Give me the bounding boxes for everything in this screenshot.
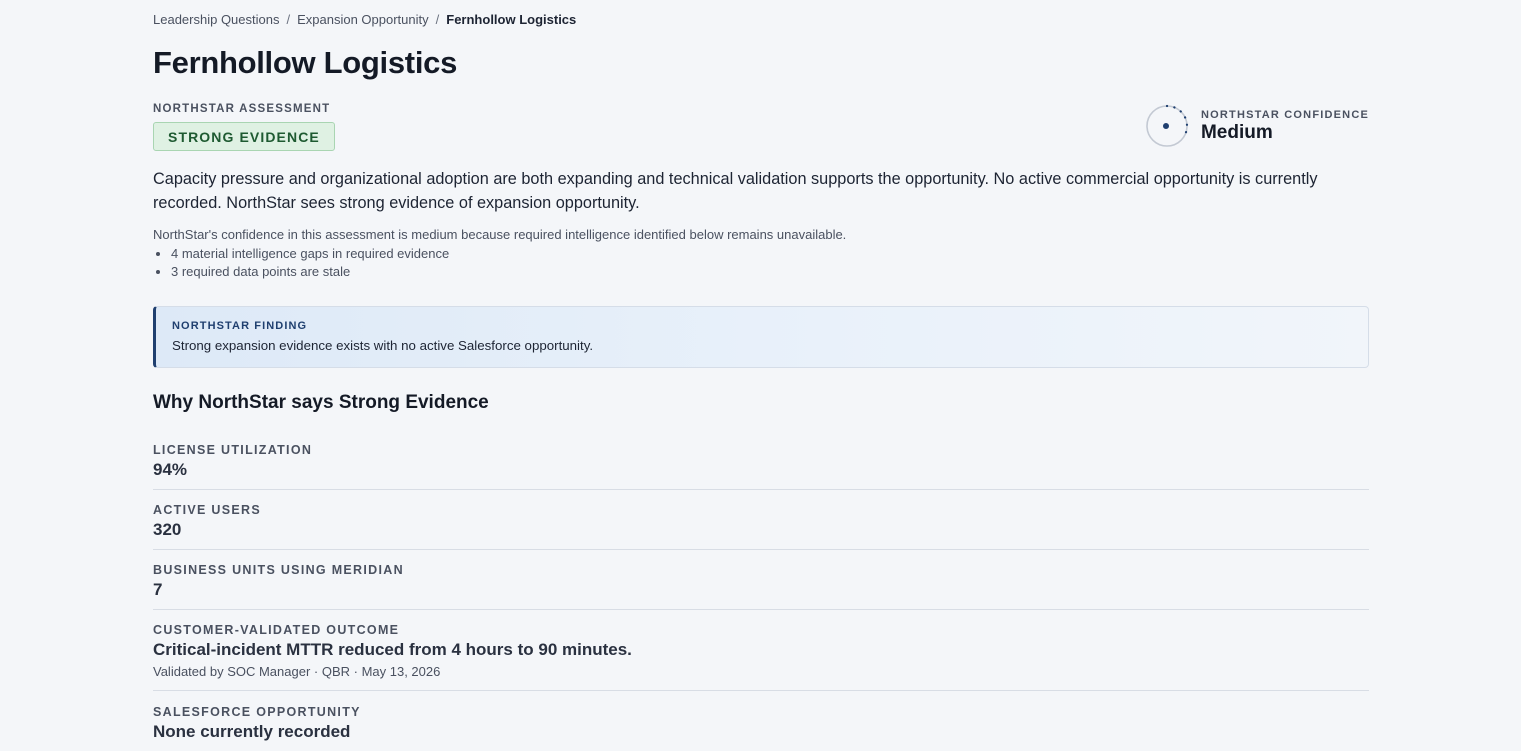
- metric-label: LICENSE UTILIZATION: [153, 443, 313, 457]
- assessment-badge: STRONG EVIDENCE: [153, 122, 335, 151]
- page-title: Fernhollow Logistics: [153, 45, 458, 80]
- metric-label: BUSINESS UNITS USING MERIDIAN: [153, 563, 404, 577]
- confidence-ring-icon: [1146, 104, 1189, 147]
- finding-text: Strong expansion evidence exists with no…: [172, 338, 594, 353]
- confidence-panel: NORTHSTAR CONFIDENCE Medium: [1145, 104, 1369, 148]
- list-item: 4 material intelligence gaps in required…: [171, 245, 449, 263]
- metric-salesforce-opportunity: SALESFORCE OPPORTUNITY None currently re…: [153, 691, 1369, 751]
- metric-customer-validated-outcome: CUSTOMER-VALIDATED OUTCOME Critical-inci…: [153, 610, 1369, 691]
- breadcrumb-separator: /: [435, 12, 440, 27]
- metric-value: 7: [153, 580, 163, 599]
- assessment-summary: Capacity pressure and organizational ado…: [153, 170, 1318, 212]
- metric-active-users: ACTIVE USERS 320: [153, 490, 1369, 550]
- assessment-label: NORTHSTAR ASSESSMENT: [153, 103, 331, 115]
- breadcrumb-separator: /: [286, 12, 291, 27]
- metric-label: SALESFORCE OPPORTUNITY: [153, 705, 361, 719]
- why-heading: Why NorthStar says Strong Evidence: [153, 392, 489, 413]
- metric-business-units: BUSINESS UNITS USING MERIDIAN 7: [153, 550, 1369, 610]
- finding-callout: NORTHSTAR FINDING Strong expansion evide…: [153, 306, 1369, 368]
- metric-label: CUSTOMER-VALIDATED OUTCOME: [153, 623, 400, 637]
- metric-value: 94%: [153, 460, 188, 479]
- metric-value: Critical-incident MTTR reduced from 4 ho…: [153, 640, 632, 659]
- list-item: 3 required data points are stale: [171, 263, 449, 281]
- metric-validation-source: Validated by SOC Manager · QBR · May 13,…: [153, 664, 441, 679]
- metric-value: None currently recorded: [153, 722, 351, 741]
- gap-list: 4 material intelligence gaps in required…: [153, 245, 449, 281]
- metric-license-utilization: LICENSE UTILIZATION 94%: [153, 440, 1369, 490]
- confidence-note: NorthStar's confidence in this assessmen…: [153, 227, 847, 242]
- breadcrumb-expansion-opportunity[interactable]: Expansion Opportunity: [297, 12, 429, 27]
- metric-label: ACTIVE USERS: [153, 503, 261, 517]
- confidence-label: NORTHSTAR CONFIDENCE: [1200, 108, 1369, 121]
- breadcrumb-leadership-questions[interactable]: Leadership Questions: [153, 12, 279, 27]
- metric-value: 320: [153, 520, 182, 539]
- breadcrumb-current: Fernhollow Logistics: [446, 12, 577, 27]
- finding-label: NORTHSTAR FINDING: [172, 320, 308, 332]
- breadcrumb: Leadership Questions / Expansion Opportuni…: [153, 12, 576, 27]
- confidence-value: Medium: [1200, 121, 1273, 143]
- evidence-list: LICENSE UTILIZATION 94% ACTIVE USERS 320…: [153, 440, 1369, 751]
